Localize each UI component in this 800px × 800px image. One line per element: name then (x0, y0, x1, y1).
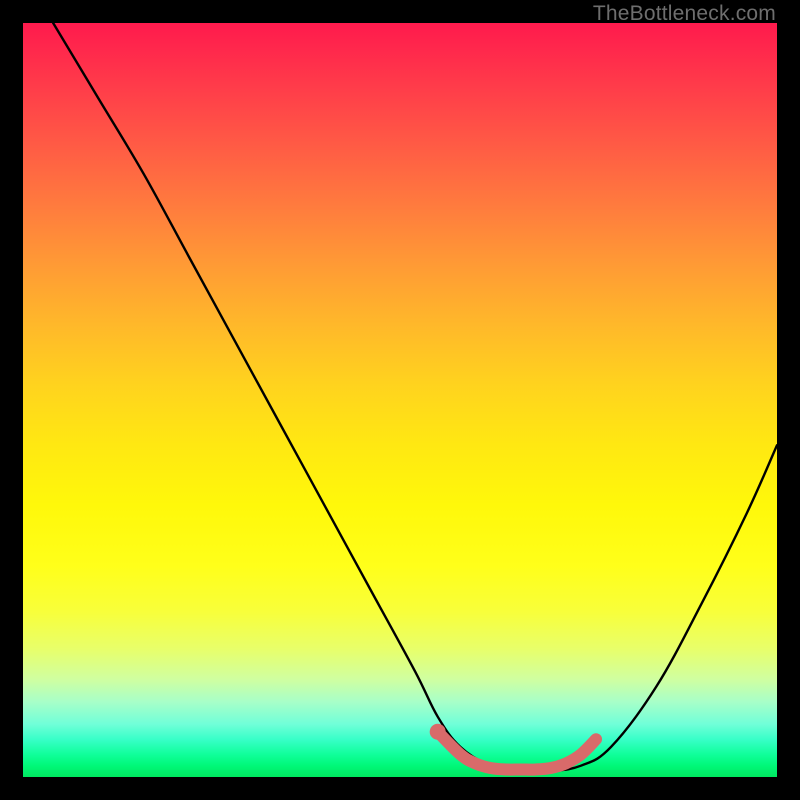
plot-area (23, 23, 777, 777)
recommended-range-highlight (438, 732, 596, 770)
chart-frame: TheBottleneck.com (0, 0, 800, 800)
recommended-range-dot (430, 724, 446, 740)
curve-layer (23, 23, 777, 777)
bottleneck-curve (53, 23, 777, 772)
